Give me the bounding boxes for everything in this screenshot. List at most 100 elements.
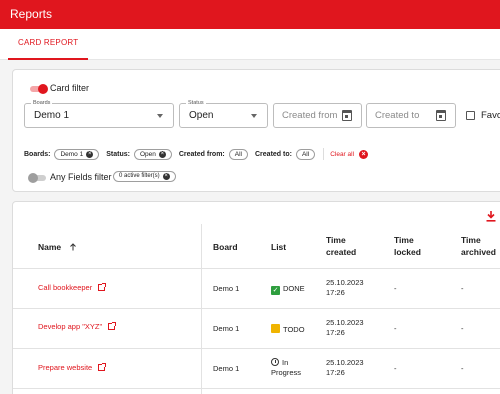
column-header-list[interactable]: List [271,241,286,253]
calendar-icon[interactable] [436,110,446,121]
header-label: Time [394,235,414,245]
card-filter-label: Card filter [50,83,90,93]
todo-icon [271,324,280,333]
created-date: 25.10.2023 [326,278,364,287]
card-name: Prepare website [38,363,93,372]
board-cell: Demo 1 [213,364,240,373]
chip-label: 0 active filter(s) [119,173,160,179]
time-archived-cell: - [461,364,464,373]
time-created-cell: 25.10.2023 17:26 [326,358,364,378]
clear-all-icon[interactable]: × [359,149,369,159]
any-fields-toggle[interactable] [28,173,46,183]
time-locked-cell: - [394,324,397,333]
boards-value: Demo 1 [34,110,70,121]
column-header-name[interactable]: Name [38,241,77,253]
row-divider [13,268,500,269]
card-name-link[interactable]: Prepare website [38,363,107,373]
chip-label: Open [139,150,156,158]
open-external-icon[interactable] [108,322,117,330]
app-title: Reports [10,7,53,21]
chip-label: All [301,150,310,158]
status-select[interactable]: Status Open [179,99,268,128]
created-time: 17:26 [326,328,345,337]
app-header: Reports [0,0,500,29]
created-from-chip[interactable]: All [228,148,248,160]
card-filter-toggle[interactable] [30,84,48,94]
toggle-knob [38,84,48,94]
open-external-icon[interactable] [98,363,107,371]
column-header-time-locked[interactable]: Time locked [394,234,421,258]
card-name-link[interactable]: Develop app "XYZ" [38,322,117,332]
board-cell: Demo 1 [213,284,240,293]
list-label: In [282,358,289,367]
download-icon[interactable] [486,211,496,222]
close-icon[interactable]: × [162,173,170,180]
card-name: Develop app "XYZ" [38,322,103,331]
list-cell: In Progress [271,358,301,378]
card-name: Call bookkeeper [38,283,93,292]
in-progress-icon [271,358,279,366]
header-label: Time [326,235,346,245]
boards-filter-label: Boards: [24,150,51,158]
row-divider [13,388,500,389]
applied-filters: Boards: Demo 1 × Status: Open × Created fr… [24,148,369,160]
status-chip[interactable]: Open × [133,148,172,160]
time-locked-cell: - [394,284,397,293]
list-cell: ✓ DONE [271,284,305,295]
row-divider [13,348,500,349]
close-icon[interactable]: × [158,150,166,158]
divider [323,148,325,160]
list-cell: TODO [271,324,305,335]
board-cell: Demo 1 [213,324,240,333]
check-icon: ✓ [271,286,280,295]
status-value: Open [189,110,214,121]
status-filter-label: Status: [106,150,130,158]
sort-ascending-icon[interactable] [69,243,77,251]
time-created-cell: 25.10.2023 17:26 [326,318,364,338]
favorites-label: Favo [481,110,500,121]
card-name-link[interactable]: Call bookkeeper [38,283,107,293]
list-label: DONE [283,284,305,293]
column-header-board[interactable]: Board [213,241,238,253]
created-time: 17:26 [326,368,345,377]
active-filters-chip[interactable]: 0 active filter(s) × [113,171,176,182]
sticky-column-divider [201,224,202,394]
list-label: Progress [271,368,302,377]
tab-card-report[interactable]: CARD REPORT [8,29,89,60]
toggle-knob [28,173,38,183]
time-created-cell: 25.10.2023 17:26 [326,278,364,298]
header-label: created [326,247,357,257]
favorites-checkbox[interactable] [466,111,475,120]
created-to-filter-label: Created to: [255,150,292,158]
header-label: Time [461,235,481,245]
chip-label: Demo 1 [60,150,84,158]
clear-all-link[interactable]: Clear all [330,151,354,158]
chip-label: All [234,150,242,158]
close-icon[interactable]: × [86,150,94,158]
created-to-placeholder: Created to [375,110,420,121]
header-label: locked [394,247,421,257]
created-to-chip[interactable]: All [295,148,316,160]
created-to-field[interactable]: Created to [366,103,456,128]
time-archived-cell: - [461,284,464,293]
created-from-placeholder: Created from [282,110,338,121]
header-label: Name [38,242,62,252]
created-date: 25.10.2023 [326,358,364,367]
status-label: Status [186,99,206,107]
time-locked-cell: - [394,364,397,373]
header-label: archived [461,247,496,257]
boards-select[interactable]: Boards Demo 1 [24,99,174,128]
row-divider [13,308,500,309]
calendar-icon[interactable] [342,110,352,121]
created-date: 25.10.2023 [326,318,364,327]
chevron-down-icon [157,114,163,118]
column-header-time-archived[interactable]: Time archived [461,234,496,258]
column-header-time-created[interactable]: Time created [326,234,356,258]
tab-bar: CARD REPORT [0,29,500,60]
chevron-down-icon [251,114,257,118]
boards-chip[interactable]: Demo 1 × [54,148,100,160]
created-from-field[interactable]: Created from [273,103,362,128]
created-from-filter-label: Created from: [178,150,225,158]
boards-label: Boards [31,99,53,107]
open-external-icon[interactable] [98,283,107,291]
